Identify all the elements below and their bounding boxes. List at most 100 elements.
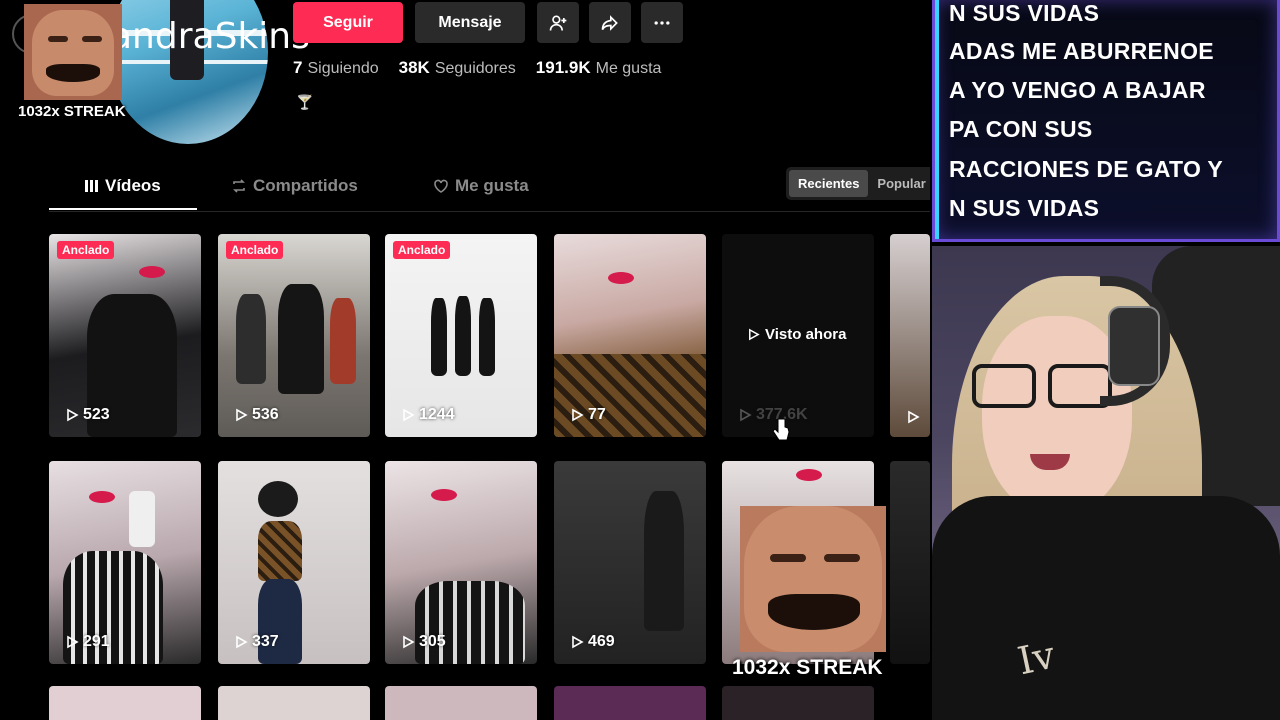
view-count-value: 305	[419, 633, 446, 650]
streamer-shirt	[932, 496, 1280, 720]
view-count: 291	[65, 633, 110, 651]
pinned-badge: Anclado	[57, 241, 115, 259]
video-card[interactable]: 469	[554, 461, 706, 664]
overlay-accent-bar	[935, 0, 939, 239]
video-thumbnail-figure	[258, 579, 302, 664]
view-count: 469	[570, 633, 615, 651]
tab-shared[interactable]: Compartidos	[231, 176, 358, 196]
add-friend-button[interactable]	[537, 2, 579, 43]
view-count-value: 523	[83, 406, 110, 423]
view-count	[906, 410, 920, 424]
tab-videos[interactable]: Vídeos	[83, 176, 161, 196]
view-count: 305	[401, 633, 446, 651]
video-card-partial[interactable]	[890, 234, 930, 437]
message-button[interactable]: Mensaje	[415, 2, 525, 43]
view-count-value: 77	[588, 406, 606, 423]
video-card[interactable]	[49, 686, 201, 720]
tab-label: Me gusta	[455, 176, 529, 195]
profile-stats: 7 Siguiendo 38K Seguidores 191.9K Me gusta	[293, 58, 661, 78]
play-icon	[740, 408, 752, 422]
view-count: 536	[234, 406, 279, 424]
play-icon	[749, 328, 760, 341]
video-thumbnail-lips	[431, 489, 457, 501]
following-stat[interactable]: 7 Siguiendo	[293, 58, 379, 78]
video-card[interactable]: Visto ahora 377.6K	[722, 234, 874, 437]
video-card[interactable]	[554, 686, 706, 720]
followers-label: Seguidores	[434, 60, 516, 77]
view-count: 523	[65, 406, 110, 424]
profile-username: andraSkins	[110, 16, 310, 57]
video-card[interactable]	[722, 686, 874, 720]
seen-now-label: Visto ahora	[747, 326, 846, 343]
tab-label: Vídeos	[105, 176, 161, 195]
share-icon	[601, 14, 618, 31]
play-icon	[403, 635, 415, 649]
streak-meme-image	[24, 4, 122, 100]
video-thumbnail-figure	[330, 298, 356, 384]
play-icon	[572, 635, 584, 649]
video-card[interactable]: Anclado 536	[218, 234, 370, 437]
pinned-badge: Anclado	[226, 241, 284, 259]
video-card[interactable]: 291	[49, 461, 201, 664]
view-count: 77	[570, 406, 606, 424]
mouse-cursor-icon	[772, 418, 790, 441]
video-card[interactable]	[385, 686, 537, 720]
play-icon	[908, 410, 920, 424]
sort-popular-button[interactable]: Popular	[868, 170, 930, 197]
video-card[interactable]: Anclado 1244	[385, 234, 537, 437]
more-options-button[interactable]	[641, 2, 683, 43]
video-thumbnail-lips	[796, 469, 822, 481]
sort-recent-button[interactable]: Recientes	[789, 170, 869, 197]
meme-mouth	[768, 594, 860, 630]
view-count: 337	[234, 633, 279, 651]
likes-count: 191.9K	[535, 58, 591, 77]
video-thumbnail-figure	[415, 581, 525, 664]
streak-meme-overlay	[740, 506, 886, 652]
play-icon	[572, 408, 584, 422]
view-count-value: 536	[252, 406, 279, 423]
grid-icon	[85, 180, 98, 192]
likes-label: Me gusta	[595, 60, 662, 77]
video-card[interactable]: 337	[218, 461, 370, 664]
play-icon	[67, 408, 79, 422]
video-card[interactable]	[218, 686, 370, 720]
view-count-value: 337	[252, 633, 279, 650]
cocktail-icon: 🍸	[296, 94, 314, 110]
tab-liked[interactable]: Me gusta	[433, 176, 529, 196]
meme-face	[32, 10, 114, 96]
chat-line: ADAS ME ABURRENOE	[949, 38, 1214, 64]
chat-line: A YO VENGO A BAJAR	[949, 77, 1206, 103]
headset-earcup	[1108, 306, 1160, 386]
video-thumbnail-figure	[236, 294, 266, 384]
add-user-icon	[549, 15, 567, 31]
follow-button[interactable]: Seguir	[293, 2, 403, 43]
meme-eye	[82, 36, 102, 42]
view-count-value: 1244	[419, 406, 455, 423]
tiktok-profile-page: andraSkins 1032x STREAK Seguir Mensaje 7…	[0, 0, 930, 720]
video-thumbnail-lips	[139, 266, 165, 278]
following-label: Siguiendo	[307, 60, 379, 77]
video-card[interactable]: 305	[385, 461, 537, 664]
glasses-lens	[972, 364, 1036, 408]
chat-line: RACCIONES DE GATO Y	[949, 156, 1224, 182]
pinned-badge: Anclado	[393, 241, 451, 259]
streamer-webcam: Iv	[932, 246, 1280, 720]
streak-overlay-label: 1032x STREAK	[732, 656, 883, 679]
stream-chat-overlay: N SUS VIDAS ADAS ME ABURRENOE A YO VENGO…	[932, 0, 1280, 242]
video-card-partial[interactable]	[890, 461, 930, 664]
video-thumbnail-figure	[554, 354, 706, 437]
video-thumbnail-figure	[278, 284, 324, 394]
play-icon	[236, 635, 248, 649]
video-card[interactable]: Anclado 523	[49, 234, 201, 437]
video-thumbnail-head	[258, 481, 298, 517]
seen-now-text: Visto ahora	[765, 326, 847, 343]
chat-line: N SUS VIDAS	[949, 195, 1100, 221]
video-thumbnail-figure	[431, 298, 447, 376]
chat-line: N SUS VIDAS	[949, 0, 1100, 26]
more-icon	[654, 20, 670, 25]
share-button[interactable]	[589, 2, 631, 43]
video-card[interactable]: 77	[554, 234, 706, 437]
streak-badge-label: 1032x STREAK	[18, 103, 126, 120]
followers-stat[interactable]: 38K Seguidores	[399, 58, 516, 78]
meme-mouth	[46, 64, 100, 82]
